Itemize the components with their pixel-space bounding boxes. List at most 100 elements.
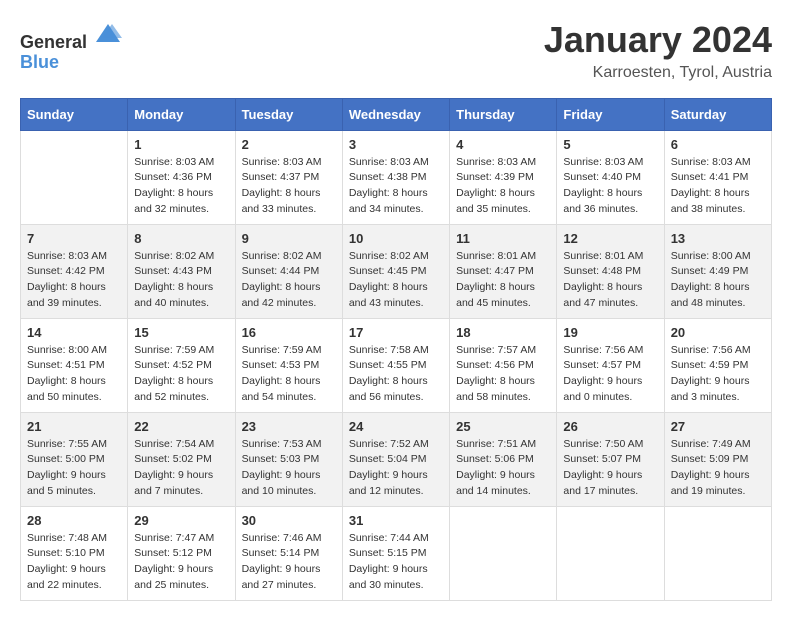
- day-number: 24: [349, 419, 443, 434]
- day-number: 25: [456, 419, 550, 434]
- day-cell: 24 Sunrise: 7:52 AM Sunset: 5:04 PM Dayli…: [342, 412, 449, 506]
- day-info: Sunrise: 7:59 AM Sunset: 4:52 PM Dayligh…: [134, 343, 228, 406]
- day-cell: 16Sunrise: 7:59 AM Sunset: 4:53 PM Dayli…: [235, 318, 342, 412]
- day-info: Sunrise: 7:55 AM Sunset: 5:00 PM Dayligh…: [27, 437, 121, 500]
- day-cell: 15 Sunrise: 7:59 AM Sunset: 4:52 PM Dayli…: [128, 318, 235, 412]
- day-cell: [450, 506, 557, 600]
- day-info: Sunrise: 8:03 AM Sunset: 4:36 PM Dayligh…: [134, 155, 228, 218]
- day-cell: 14 Sunrise: 8:00 AM Sunset: 4:51 PM Dayli…: [21, 318, 128, 412]
- day-info: Sunrise: 7:52 AM Sunset: 5:04 PM Dayligh…: [349, 437, 443, 500]
- day-number: 28: [27, 513, 121, 528]
- header-cell-monday: Monday: [128, 98, 235, 130]
- day-info: Sunrise: 8:03 AM Sunset: 4:39 PM Dayligh…: [456, 155, 550, 218]
- day-cell: 21 Sunrise: 7:55 AM Sunset: 5:00 PM Dayli…: [21, 412, 128, 506]
- day-cell: [664, 506, 771, 600]
- day-number: 21: [27, 419, 121, 434]
- main-title: January 2024: [544, 20, 772, 60]
- day-info: Sunrise: 8:03 AM Sunset: 4:40 PM Dayligh…: [563, 155, 657, 218]
- day-cell: 2Sunrise: 8:03 AM Sunset: 4:37 PM Daylig…: [235, 130, 342, 224]
- day-cell: 4 Sunrise: 8:03 AM Sunset: 4:39 PM Daylig…: [450, 130, 557, 224]
- day-cell: 17 Sunrise: 7:58 AM Sunset: 4:55 PM Dayli…: [342, 318, 449, 412]
- day-cell: 19 Sunrise: 7:56 AM Sunset: 4:57 PM Dayli…: [557, 318, 664, 412]
- day-info: Sunrise: 7:47 AM Sunset: 5:12 PM Dayligh…: [134, 531, 228, 594]
- day-cell: 12 Sunrise: 8:01 AM Sunset: 4:48 PM Dayli…: [557, 224, 664, 318]
- header-cell-saturday: Saturday: [664, 98, 771, 130]
- day-number: 13: [671, 231, 765, 246]
- day-cell: 6 Sunrise: 8:03 AM Sunset: 4:41 PM Daylig…: [664, 130, 771, 224]
- day-cell: 5Sunrise: 8:03 AM Sunset: 4:40 PM Daylig…: [557, 130, 664, 224]
- day-number: 6: [671, 137, 765, 152]
- day-info: Sunrise: 8:02 AM Sunset: 4:45 PM Dayligh…: [349, 249, 443, 312]
- day-cell: 11 Sunrise: 8:01 AM Sunset: 4:47 PM Dayli…: [450, 224, 557, 318]
- day-info: Sunrise: 8:03 AM Sunset: 4:41 PM Dayligh…: [671, 155, 765, 218]
- day-number: 11: [456, 231, 550, 246]
- day-number: 26: [563, 419, 657, 434]
- day-number: 17: [349, 325, 443, 340]
- day-info: Sunrise: 8:02 AM Sunset: 4:43 PM Dayligh…: [134, 249, 228, 312]
- day-info: Sunrise: 7:50 AM Sunset: 5:07 PM Dayligh…: [563, 437, 657, 500]
- day-cell: 1 Sunrise: 8:03 AM Sunset: 4:36 PM Daylig…: [128, 130, 235, 224]
- header: General Blue January 2024 Karroesten, Ty…: [20, 20, 772, 82]
- day-info: Sunrise: 8:00 AM Sunset: 4:49 PM Dayligh…: [671, 249, 765, 312]
- day-number: 20: [671, 325, 765, 340]
- day-cell: 28 Sunrise: 7:48 AM Sunset: 5:10 PM Dayli…: [21, 506, 128, 600]
- day-info: Sunrise: 8:03 AM Sunset: 4:37 PM Dayligh…: [242, 155, 336, 218]
- day-number: 15: [134, 325, 228, 340]
- day-number: 19: [563, 325, 657, 340]
- day-number: 27: [671, 419, 765, 434]
- day-cell: [557, 506, 664, 600]
- day-info: Sunrise: 8:03 AM Sunset: 4:42 PM Dayligh…: [27, 249, 121, 312]
- day-cell: 25Sunrise: 7:51 AM Sunset: 5:06 PM Dayli…: [450, 412, 557, 506]
- day-number: 4: [456, 137, 550, 152]
- week-row-3: 14 Sunrise: 8:00 AM Sunset: 4:51 PM Dayli…: [21, 318, 772, 412]
- header-cell-friday: Friday: [557, 98, 664, 130]
- day-cell: 7 Sunrise: 8:03 AM Sunset: 4:42 PM Daylig…: [21, 224, 128, 318]
- week-row-5: 28 Sunrise: 7:48 AM Sunset: 5:10 PM Dayli…: [21, 506, 772, 600]
- day-info: Sunrise: 8:00 AM Sunset: 4:51 PM Dayligh…: [27, 343, 121, 406]
- day-number: 1: [134, 137, 228, 152]
- header-cell-thursday: Thursday: [450, 98, 557, 130]
- day-info: Sunrise: 7:56 AM Sunset: 4:57 PM Dayligh…: [563, 343, 657, 406]
- day-cell: 29Sunrise: 7:47 AM Sunset: 5:12 PM Dayli…: [128, 506, 235, 600]
- day-cell: 13 Sunrise: 8:00 AM Sunset: 4:49 PM Dayli…: [664, 224, 771, 318]
- day-number: 9: [242, 231, 336, 246]
- day-info: Sunrise: 7:57 AM Sunset: 4:56 PM Dayligh…: [456, 343, 550, 406]
- day-cell: 26 Sunrise: 7:50 AM Sunset: 5:07 PM Dayli…: [557, 412, 664, 506]
- day-info: Sunrise: 7:44 AM Sunset: 5:15 PM Dayligh…: [349, 531, 443, 594]
- day-number: 22: [134, 419, 228, 434]
- day-number: 7: [27, 231, 121, 246]
- week-row-1: 1 Sunrise: 8:03 AM Sunset: 4:36 PM Daylig…: [21, 130, 772, 224]
- day-number: 31: [349, 513, 443, 528]
- day-info: Sunrise: 7:56 AM Sunset: 4:59 PM Dayligh…: [671, 343, 765, 406]
- day-number: 10: [349, 231, 443, 246]
- day-info: Sunrise: 8:01 AM Sunset: 4:47 PM Dayligh…: [456, 249, 550, 312]
- day-cell: 8 Sunrise: 8:02 AM Sunset: 4:43 PM Daylig…: [128, 224, 235, 318]
- header-row: SundayMondayTuesdayWednesdayThursdayFrid…: [21, 98, 772, 130]
- day-number: 18: [456, 325, 550, 340]
- logo: General Blue: [20, 20, 122, 73]
- day-cell: 18 Sunrise: 7:57 AM Sunset: 4:56 PM Dayli…: [450, 318, 557, 412]
- logo-blue: Blue: [20, 53, 122, 73]
- day-number: 8: [134, 231, 228, 246]
- calendar-table: SundayMondayTuesdayWednesdayThursdayFrid…: [20, 98, 772, 601]
- header-cell-tuesday: Tuesday: [235, 98, 342, 130]
- day-cell: 27 Sunrise: 7:49 AM Sunset: 5:09 PM Dayli…: [664, 412, 771, 506]
- day-cell: 30 Sunrise: 7:46 AM Sunset: 5:14 PM Dayli…: [235, 506, 342, 600]
- day-number: 14: [27, 325, 121, 340]
- day-cell: [21, 130, 128, 224]
- day-info: Sunrise: 8:01 AM Sunset: 4:48 PM Dayligh…: [563, 249, 657, 312]
- day-number: 12: [563, 231, 657, 246]
- day-cell: 31 Sunrise: 7:44 AM Sunset: 5:15 PM Dayli…: [342, 506, 449, 600]
- day-info: Sunrise: 7:48 AM Sunset: 5:10 PM Dayligh…: [27, 531, 121, 594]
- header-cell-wednesday: Wednesday: [342, 98, 449, 130]
- day-number: 16: [242, 325, 336, 340]
- day-info: Sunrise: 7:46 AM Sunset: 5:14 PM Dayligh…: [242, 531, 336, 594]
- header-cell-sunday: Sunday: [21, 98, 128, 130]
- day-info: Sunrise: 7:54 AM Sunset: 5:02 PM Dayligh…: [134, 437, 228, 500]
- day-cell: 9Sunrise: 8:02 AM Sunset: 4:44 PM Daylig…: [235, 224, 342, 318]
- day-info: Sunrise: 7:58 AM Sunset: 4:55 PM Dayligh…: [349, 343, 443, 406]
- day-info: Sunrise: 7:49 AM Sunset: 5:09 PM Dayligh…: [671, 437, 765, 500]
- week-row-4: 21 Sunrise: 7:55 AM Sunset: 5:00 PM Dayli…: [21, 412, 772, 506]
- day-number: 30: [242, 513, 336, 528]
- day-cell: 23Sunrise: 7:53 AM Sunset: 5:03 PM Dayli…: [235, 412, 342, 506]
